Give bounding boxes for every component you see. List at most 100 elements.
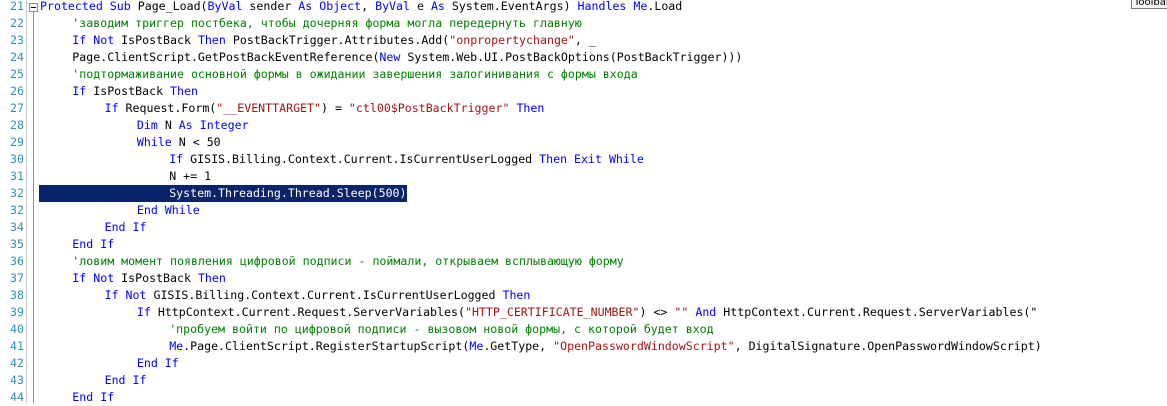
- code-keyword: Then: [170, 84, 198, 98]
- line-number: 38: [10, 288, 24, 302]
- code-text: IsPostBack: [86, 84, 171, 98]
- line-number: 35: [10, 237, 24, 251]
- code-keyword: End If: [104, 220, 147, 234]
- code-line[interactable]: 'подтормаживание основной формы в ожидан…: [72, 66, 637, 83]
- code-keyword: Protected Sub: [40, 0, 138, 13]
- code-keyword: As: [430, 0, 445, 13]
- line-number: 29: [10, 135, 24, 149]
- line-number: 34: [10, 220, 24, 234]
- code-string: "HTTP_CERTIFICATE_NUMBER": [464, 305, 640, 319]
- code-text: , _: [574, 33, 596, 47]
- code-comment: 'подтормаживание основной формы в ожидан…: [72, 67, 638, 81]
- code-keyword: And: [695, 305, 717, 319]
- code-keyword: End While: [136, 203, 200, 217]
- code-line[interactable]: If Not IsPostBack Then PostBackTrigger.A…: [72, 32, 596, 49]
- code-keyword: If: [72, 84, 87, 98]
- code-keyword: End If: [72, 237, 115, 251]
- line-number: 27: [10, 101, 24, 115]
- line-number: 44: [10, 390, 24, 404]
- line-number: 32: [10, 203, 24, 217]
- code-line[interactable]: End If: [105, 219, 147, 236]
- line-number: 22: [10, 16, 24, 30]
- code-text: e: [410, 0, 431, 13]
- code-text: .Load: [647, 0, 683, 13]
- code-keyword: If Not: [72, 33, 115, 47]
- code-line[interactable]: If Not GISIS.Billing.Context.Current.IsC…: [105, 287, 531, 304]
- code-keyword: Then: [197, 271, 226, 285]
- collapse-outline-icon[interactable]: [29, 3, 38, 12]
- code-keyword: Then Exit While: [539, 152, 644, 166]
- line-number: 41: [10, 339, 24, 353]
- toolbar-tab[interactable]: Toolbar: [1131, 0, 1167, 9]
- code-line[interactable]: Dim N As Integer: [137, 117, 249, 134]
- code-line[interactable]: 'пробуем войти по цифровой подписи - выз…: [169, 321, 713, 338]
- code-text: PostBackTrigger.Attributes.Add(: [225, 33, 450, 47]
- code-text: GISIS.Billing.Context.Current.IsCurrentU…: [183, 152, 540, 166]
- code-keyword: As Object: [298, 0, 362, 13]
- code-comment: 'пробуем войти по цифровой подписи - выз…: [169, 322, 714, 336]
- line-number: 40: [10, 322, 24, 336]
- code-line[interactable]: End While: [137, 202, 200, 219]
- code-text: N < 50: [171, 135, 221, 149]
- code-line[interactable]: N += 1: [169, 168, 211, 185]
- code-keyword: End If: [72, 390, 115, 404]
- code-text: Request.Form(: [118, 101, 217, 115]
- code-line[interactable]: If Not IsPostBack Then: [72, 270, 226, 287]
- code-line-selected[interactable]: System.Threading.Thread.Sleep(500): [169, 185, 407, 202]
- code-line[interactable]: Protected Sub Page_Load(ByVal sender As …: [40, 0, 682, 15]
- code-keyword: Then: [197, 33, 226, 47]
- line-number: 42: [10, 356, 24, 370]
- code-text: N += 1: [169, 169, 212, 183]
- code-comment: 'ловим момент появления цифровой подписи…: [72, 254, 624, 268]
- code-text: HttpContext.Current.Request.ServerVariab…: [716, 305, 1038, 319]
- code-text: sender: [242, 0, 299, 13]
- code-keyword: If Not: [72, 271, 115, 285]
- code-line[interactable]: If GISIS.Billing.Context.Current.IsCurre…: [169, 151, 644, 168]
- line-number: 36: [10, 254, 24, 268]
- code-keyword: Me: [169, 339, 184, 353]
- line-number: 43: [10, 373, 24, 387]
- code-keyword: New: [379, 50, 401, 64]
- code-line[interactable]: If Request.Form("__EVENTTARGET") = "ctl0…: [105, 100, 545, 117]
- code-text: N: [157, 118, 179, 132]
- code-text: System.Threading.Thread.Sleep(500): [169, 186, 407, 200]
- gutter-separator: [26, 0, 27, 403]
- code-line[interactable]: End If: [72, 236, 114, 253]
- line-number: 24: [10, 50, 24, 64]
- code-string: "__EVENTTARGET": [216, 101, 321, 115]
- code-editor[interactable]: 21 22 23 24 25 26 27 28 29 30 31 32 32 34 35 36 37 38 39 40…: [0, 0, 1167, 406]
- code-keyword: Then: [516, 101, 545, 115]
- code-keyword: Dim: [136, 118, 158, 132]
- code-keyword: If: [136, 305, 151, 319]
- code-line[interactable]: End If: [137, 355, 179, 372]
- outline-guide-line: [33, 12, 34, 403]
- code-line[interactable]: If HttpContext.Current.Request.ServerVar…: [137, 304, 1038, 321]
- code-string: "ctl00$PostBackTrigger": [348, 101, 510, 115]
- code-text: ,: [361, 0, 376, 13]
- code-line[interactable]: While N < 50: [137, 134, 221, 151]
- code-text: .GetType,: [483, 339, 554, 353]
- code-line[interactable]: End If: [105, 372, 147, 389]
- line-number: 32: [10, 186, 24, 200]
- code-line[interactable]: Me.Page.ClientScript.RegisterStartupScri…: [169, 338, 1042, 355]
- selection-highlight: [39, 185, 170, 202]
- code-line[interactable]: 'ловим момент появления цифровой подписи…: [72, 253, 623, 270]
- code-keyword: End If: [104, 373, 147, 387]
- code-line[interactable]: If IsPostBack Then: [72, 83, 198, 100]
- line-number: 39: [10, 305, 24, 319]
- code-keyword: Handles Me: [577, 0, 648, 13]
- line-number: 37: [10, 271, 24, 285]
- code-keyword: End If: [136, 356, 179, 370]
- code-keyword: If Not: [104, 288, 147, 302]
- code-text: ) <>: [639, 305, 675, 319]
- code-line[interactable]: Page.ClientScript.GetPostBackEventRefere…: [72, 49, 742, 66]
- code-text: IsPostBack: [114, 271, 198, 285]
- code-line[interactable]: 'заводим триггер постбека, чтобы дочерня…: [72, 15, 582, 32]
- code-comment: 'заводим триггер постбека, чтобы дочерня…: [72, 16, 582, 30]
- code-text: ) =: [321, 101, 349, 115]
- code-keyword: Me: [469, 339, 484, 353]
- code-keyword: If: [169, 152, 184, 166]
- code-text: HttpContext.Current.Request.ServerVariab…: [150, 305, 465, 319]
- code-line[interactable]: End If: [72, 389, 114, 406]
- line-number: 21: [10, 0, 24, 13]
